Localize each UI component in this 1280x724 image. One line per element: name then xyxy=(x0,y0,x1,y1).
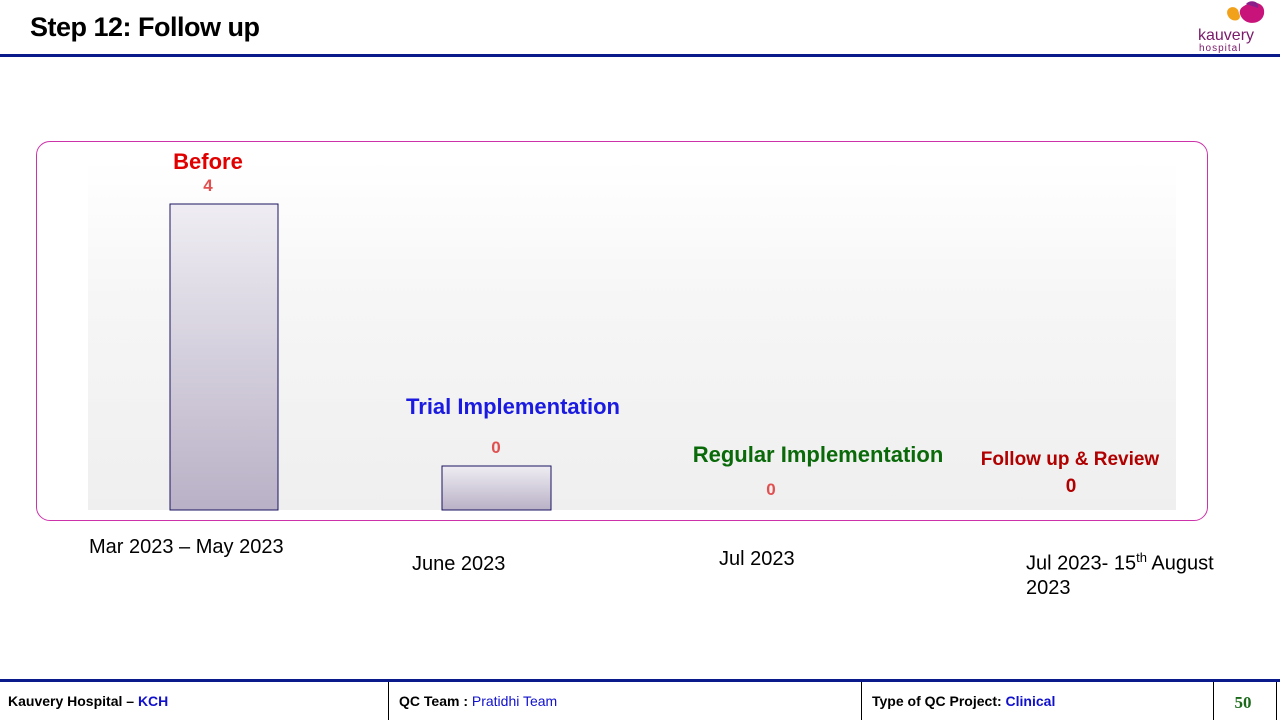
data-label-4: 0 xyxy=(1066,476,1077,497)
footer-hospital-code: KCH xyxy=(137,693,169,709)
footer-hospital-label: Kauvery Hospital – xyxy=(8,693,138,709)
footer-team: QC Team : Pratidhi Team xyxy=(399,682,557,720)
footer-team-value: Pratidhi Team xyxy=(471,693,558,709)
footer-project-type: Type of QC Project: Clinical xyxy=(872,682,1055,720)
footer-hospital: Kauvery Hospital – KCH xyxy=(8,682,168,720)
category-label-1: Mar 2023 – May 2023 xyxy=(89,536,284,558)
category-label-4-sup: th xyxy=(1136,550,1147,565)
footer-divider xyxy=(861,682,862,720)
category-label-4-pre: Jul 2023- 15 xyxy=(1026,552,1137,575)
phase-label-2: Trial Implementation xyxy=(406,394,620,419)
footer-team-label: QC Team : xyxy=(399,693,472,709)
category-label-3: Jul 2023 xyxy=(719,548,795,570)
category-label-4-line2: 2023 xyxy=(1026,576,1071,599)
footer-type-label: Type of QC Project: xyxy=(872,693,1006,709)
category-label-4: Jul 2023- 15th August 2023 xyxy=(1026,546,1214,600)
footer-divider xyxy=(1276,682,1277,720)
footer-divider xyxy=(1213,682,1214,720)
bar-chart: Before 4 Trial Implementation 0 Regular Impl… xyxy=(169,149,1160,511)
footer-type-value: Clinical xyxy=(1005,693,1056,709)
category-label-2: June 2023 xyxy=(412,553,506,575)
page-number: 50 xyxy=(1234,693,1252,712)
data-label-2: 0 xyxy=(491,438,500,457)
phase-label-1: Before xyxy=(173,149,243,174)
phase-label-4: Follow up & Review xyxy=(981,449,1160,470)
bar-1 xyxy=(169,203,279,511)
bar-2 xyxy=(441,465,552,511)
category-label-4-post: August xyxy=(1146,552,1214,575)
phase-label-3: Regular Implementation xyxy=(693,442,944,467)
data-label-3: 0 xyxy=(766,480,775,499)
data-label-1: 4 xyxy=(203,176,213,195)
footer-divider xyxy=(388,682,389,720)
footer: Kauvery Hospital – KCH QC Team : Pratidh… xyxy=(0,682,1280,720)
